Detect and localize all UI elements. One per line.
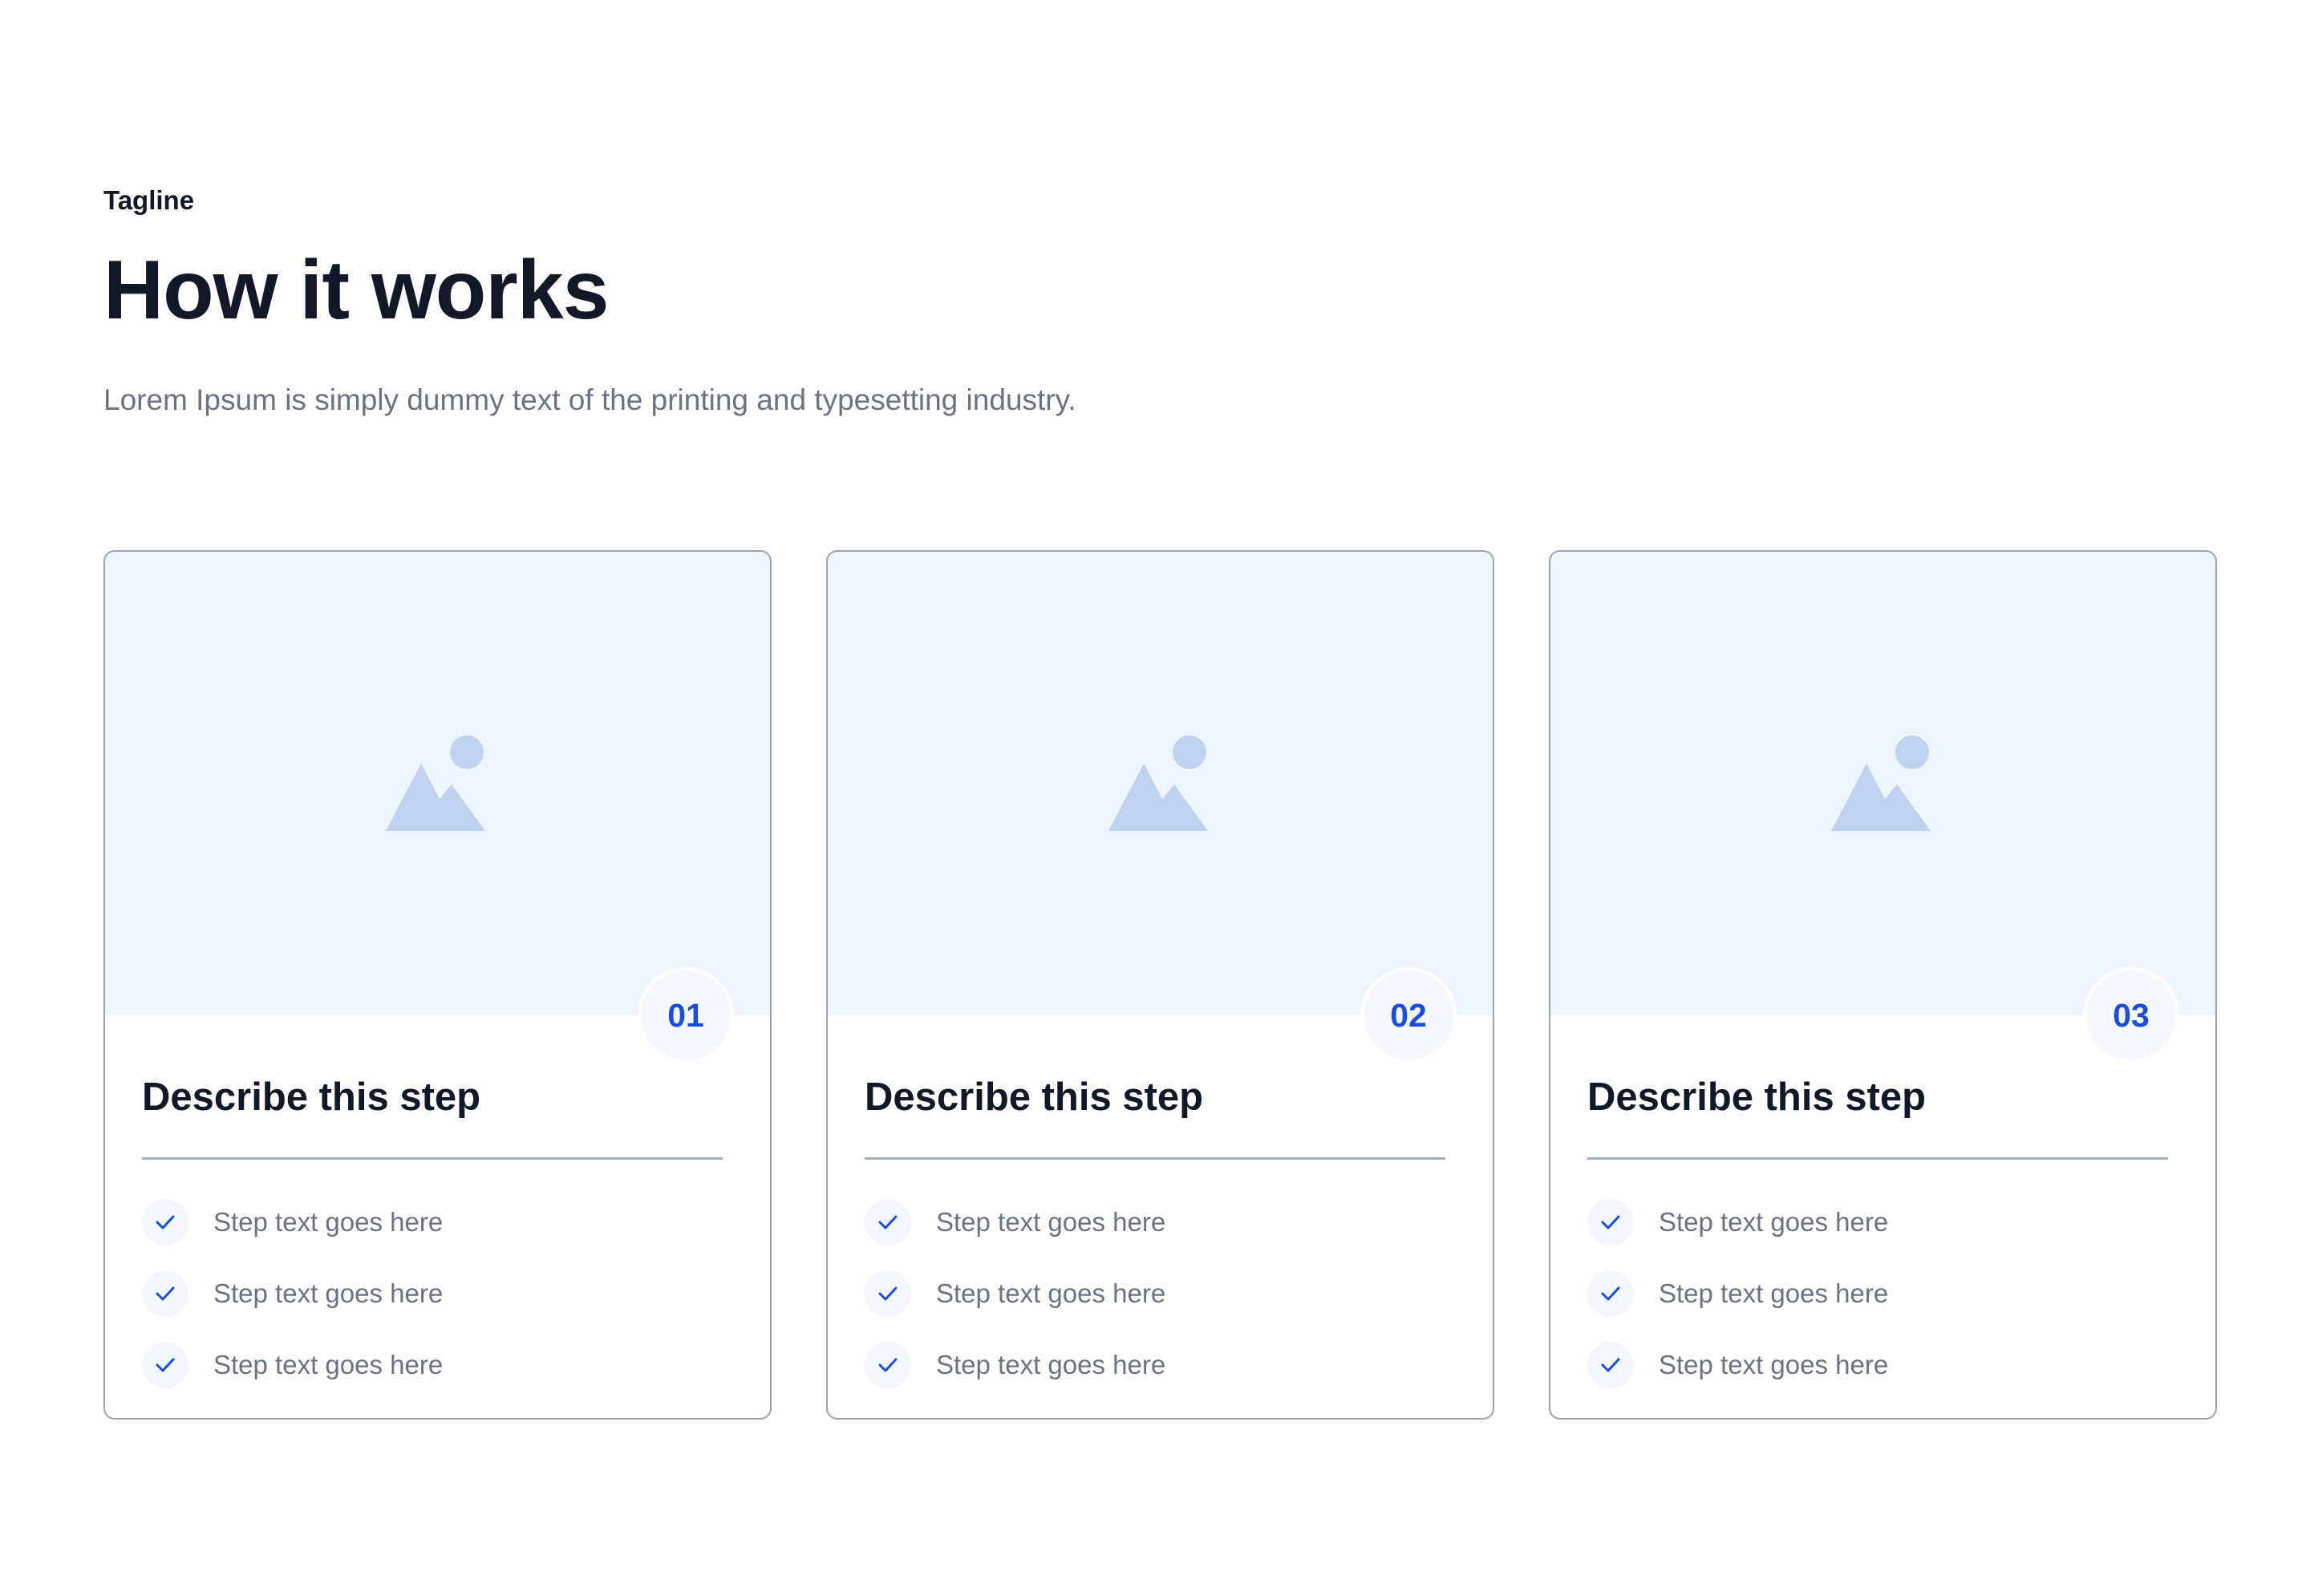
step-image [1550, 552, 2215, 1015]
steps-grid: 01 Describe this step Step text goes her… [103, 550, 2219, 1423]
list-item: Step text goes here [1587, 1198, 1888, 1246]
check-icon [865, 1342, 911, 1388]
check-icon [1587, 1199, 1634, 1246]
step-title: Describe this step [1587, 1075, 1927, 1119]
step-number-badge: 01 [641, 970, 731, 1060]
page-subtitle: Lorem Ipsum is simply dummy text of the … [103, 383, 1076, 416]
step-title: Describe this step [865, 1075, 1204, 1119]
step-text: Step text goes here [936, 1350, 1166, 1379]
list-item: Step text goes here [865, 1341, 1165, 1389]
divider [142, 1157, 723, 1160]
step-list: Step text goes here Step text goes here … [142, 1198, 443, 1412]
check-icon [142, 1199, 188, 1246]
step-text: Step text goes here [1659, 1278, 1889, 1308]
list-item: Step text goes here [142, 1198, 443, 1246]
check-icon [865, 1199, 911, 1246]
step-card: 02 Describe this step Step text goes her… [826, 550, 1494, 1420]
image-placeholder-icon [1108, 735, 1208, 831]
step-card: 03 Describe this step Step text goes her… [1549, 550, 2217, 1420]
list-item: Step text goes here [142, 1341, 443, 1389]
check-icon [1587, 1342, 1634, 1388]
list-item: Step text goes here [865, 1198, 1165, 1246]
step-text: Step text goes here [213, 1350, 444, 1379]
divider [1587, 1157, 2168, 1160]
step-text: Step text goes here [213, 1278, 444, 1308]
check-icon [865, 1270, 911, 1317]
step-number-badge: 02 [1364, 970, 1453, 1060]
step-image [105, 552, 770, 1015]
image-placeholder-icon [386, 735, 485, 831]
step-list: Step text goes here Step text goes here … [1587, 1198, 1888, 1412]
check-icon [142, 1270, 188, 1317]
step-text: Step text goes here [1659, 1350, 1889, 1379]
step-text: Step text goes here [213, 1207, 444, 1237]
step-number-badge: 03 [2086, 970, 2176, 1060]
step-text: Step text goes here [936, 1207, 1166, 1237]
check-icon [142, 1342, 188, 1388]
step-text: Step text goes here [1659, 1207, 1889, 1237]
step-list: Step text goes here Step text goes here … [865, 1198, 1165, 1412]
how-it-works-section: Tagline How it works Lorem Ipsum is simp… [103, 0, 2219, 1596]
list-item: Step text goes here [865, 1270, 1165, 1318]
step-image [828, 552, 1493, 1015]
check-icon [1587, 1270, 1634, 1317]
list-item: Step text goes here [1587, 1270, 1888, 1318]
page-title: How it works [103, 244, 609, 337]
step-text: Step text goes here [936, 1278, 1166, 1308]
image-placeholder-icon [1831, 735, 1931, 831]
tagline: Tagline [103, 185, 195, 215]
list-item: Step text goes here [1587, 1341, 1888, 1389]
step-title: Describe this step [142, 1075, 481, 1119]
list-item: Step text goes here [142, 1270, 443, 1318]
step-card: 01 Describe this step Step text goes her… [103, 550, 772, 1420]
divider [865, 1157, 1445, 1160]
